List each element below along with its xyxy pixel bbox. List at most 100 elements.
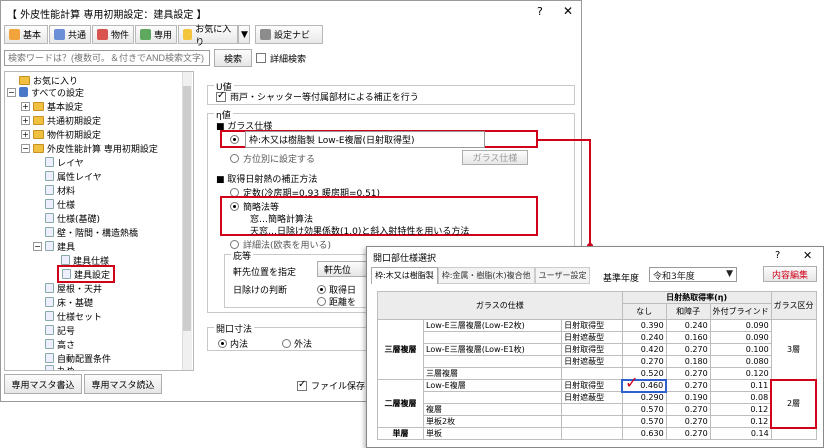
document-icon (62, 269, 71, 279)
collapse-icon[interactable]: − (7, 87, 16, 97)
dedicated-tab[interactable]: 専用 (135, 25, 177, 44)
tree-item-spec-set[interactable]: 仕様セット (45, 310, 102, 323)
document-icon (45, 157, 54, 167)
tree-item-height[interactable]: 高さ (45, 338, 75, 351)
folder-icon (33, 129, 44, 139)
eaves-position-button[interactable]: 軒先位 (317, 261, 371, 277)
common-tab[interactable]: 共通 (49, 25, 91, 44)
u-correction-checkbox[interactable] (216, 90, 226, 102)
selected-cell[interactable]: ✓ 0.460 (621, 373, 668, 393)
document-icon (45, 325, 54, 335)
tab-metal-composite[interactable]: 枠:金属・樹脂(木)複合他 (437, 267, 535, 284)
table-row[interactable]: 単層 単板 0.630 0.270 0.14 (377, 427, 817, 440)
master-write-button[interactable]: 専用マスタ書込 (4, 374, 82, 394)
close-icon[interactable]: ✕ (563, 4, 573, 18)
inner-radio[interactable] (218, 339, 227, 348)
eaves-group: 庇等 軒先位置を指定 軒先位 日除けの判断 取得日 距離を (224, 249, 374, 308)
glass-spec-button[interactable]: ガラス仕様 (462, 150, 528, 165)
toolbar: 基本 共通 物件 専用 お気に入り ▼ 設定ナビ (1, 25, 581, 48)
table-row[interactable]: Low-E三層複層(Low-E1枚) 日射取得型 0.420 0.270 0.100 (378, 343, 817, 356)
settings-nav-button[interactable]: 設定ナビ (255, 25, 323, 44)
tab-wood-resin[interactable]: 枠:木又は樹脂製 (371, 267, 438, 284)
help-icon[interactable]: ? (537, 5, 543, 18)
table-row[interactable]: 日射遮蔽型 0.240 0.160 0.090 (378, 331, 817, 344)
tree-scrollbar-thumb[interactable] (183, 86, 191, 331)
tree-item-basic[interactable]: + 基本設定 (21, 100, 83, 113)
tree-item-eval[interactable]: − 外皮性能計算 専用初期設定 (21, 142, 158, 155)
shade-radio-1[interactable] (317, 285, 326, 294)
gear-icon (260, 29, 271, 40)
collapse-icon[interactable]: − (33, 241, 42, 251)
document-icon (45, 241, 54, 251)
tree-item-spec-base[interactable]: 仕様(基礎) (45, 212, 100, 225)
tree-item-round[interactable]: 丸め (45, 364, 75, 370)
tree-item-symbol[interactable]: 記号 (45, 324, 75, 337)
detail-search-checkbox[interactable] (256, 53, 266, 63)
house-icon (97, 29, 108, 40)
group-single: 単層 (377, 427, 424, 440)
document-icon (45, 199, 54, 209)
property-tab[interactable]: 物件 (92, 25, 134, 44)
glass-spec-value[interactable]: 枠:木又は樹脂製 Low-E複層(日射取得型) (245, 130, 485, 148)
master-read-button[interactable]: 専用マスタ読込 (84, 374, 162, 394)
tree-item-favorites[interactable]: お気に入り (19, 74, 78, 87)
table-row[interactable]: 日射遮蔽型 0.270 0.180 0.080 (378, 355, 817, 368)
file-save-checkbox[interactable] (297, 379, 307, 391)
per-direction-option: 方位別に設定する (230, 152, 315, 165)
detail-radio[interactable] (230, 240, 239, 249)
document-icon (45, 353, 54, 363)
tree-item-property[interactable]: + 物件初期設定 (21, 128, 101, 141)
favorites-button[interactable]: お気に入り (178, 25, 238, 48)
tree-item-attr-layer[interactable]: 属性レイヤ (45, 170, 102, 183)
glass-spec-option[interactable]: 枠:木又は樹脂製 Low-E複層(日射取得型) (220, 130, 538, 148)
dialog-close-icon[interactable]: ✕ (803, 249, 812, 262)
checkmark-icon: ✓ (625, 372, 639, 392)
simple-radio[interactable] (230, 202, 239, 211)
tree-item-roof[interactable]: 屋根・天井 (45, 282, 102, 295)
title-bar: 【 外皮性能計算 専用初期設定：建具設定 】 ? ✕ (1, 1, 581, 23)
tab-user[interactable]: ユーザー設定 (534, 267, 591, 284)
glass-spec-table: ガラスの仕様 日射熱取得率(η) ガラス区分 なし 和障子 外付ブラインド 三層… (377, 291, 817, 440)
glass-spec-radio[interactable] (230, 134, 239, 144)
table-row[interactable]: 三層複層 Low-E三層複層(Low-E2枚) 日射取得型 0.390 0.240 0… (377, 319, 817, 380)
dropdown-arrow-icon: ▼ (241, 29, 248, 40)
simple-method-option[interactable]: 簡略法等 窓…簡略計算法 天窓…日除け効果係数(1.0)と斜入射特性を用いる方法 (220, 196, 538, 237)
opening-spec-dialog: 開口部仕様選択 ? ✕ 枠:木又は樹脂製 枠:金属・樹脂(木)複合他 ユーザー設… (366, 246, 824, 448)
tree-item-layer[interactable]: レイヤ (45, 156, 84, 169)
expand-icon[interactable]: + (21, 101, 30, 111)
tree-item-spec[interactable]: 仕様 (45, 198, 75, 211)
search-input[interactable] (4, 50, 210, 66)
base-year-select[interactable]: 令和3年度 ▼ (649, 267, 737, 282)
search-button[interactable]: 検索 (214, 49, 252, 67)
favorites-dropdown[interactable]: ▼ (238, 25, 250, 44)
table-row[interactable]: 単板2枚 0.570 0.270 0.12 (378, 415, 817, 428)
tree-item-auto[interactable]: 自動配置条件 (45, 352, 111, 365)
table-row-selected[interactable]: 二層複層 Low-E複層 日射取得型 ✓ 0.460 0.270 0.11 2層 (377, 373, 817, 429)
table-row[interactable]: 日射遮蔽型 0.290 0.190 0.08 (378, 391, 817, 404)
tree-item-material[interactable]: 材料 (45, 184, 75, 197)
folder-icon (19, 75, 30, 85)
expand-icon[interactable]: + (21, 129, 30, 139)
expand-icon[interactable]: + (21, 115, 30, 125)
tree-item-common[interactable]: + 共通初期設定 (21, 114, 101, 127)
edit-content-button[interactable]: 内容編集 (763, 266, 817, 282)
shade-radio-2[interactable] (317, 297, 326, 306)
tree-item-wall[interactable]: 壁・階間・構造熱橋 (45, 226, 138, 239)
table-row[interactable]: 三層複層 0.520 0.270 0.120 (378, 367, 817, 380)
tree-item-all[interactable]: − すべての設定 (7, 86, 84, 99)
outer-radio[interactable] (282, 339, 291, 348)
table-row[interactable]: 複層 0.570 0.270 0.12 (378, 403, 817, 416)
tree-item-floor[interactable]: 床・基礎 (45, 296, 93, 309)
dialog-help-icon[interactable]: ? (775, 250, 780, 261)
folder-icon (33, 115, 44, 125)
base-year-label: 基準年度 (603, 274, 640, 284)
per-direction-radio[interactable] (230, 154, 239, 163)
tree-item-fit-settings[interactable]: 建具設定 (57, 265, 116, 283)
tree-item-fittings[interactable]: − 建具 (33, 240, 75, 253)
basic-tab[interactable]: 基本 (4, 25, 48, 44)
shade-judge-label: 日除けの判断 (233, 286, 288, 296)
eaves-position-label: 軒先位置を指定 (233, 268, 297, 278)
document-icon (45, 227, 54, 237)
collapse-icon[interactable]: − (21, 143, 30, 153)
class-triple: 3層 (770, 319, 817, 380)
